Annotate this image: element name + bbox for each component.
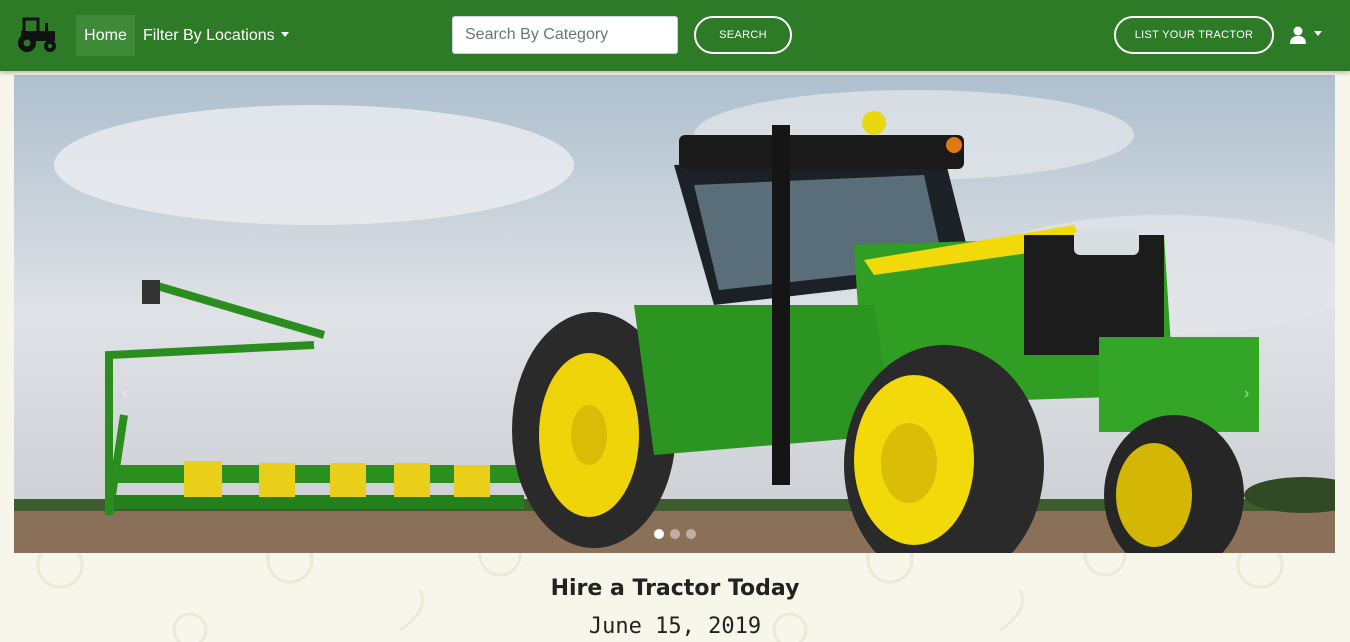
chevron-left-icon[interactable]: ‹ <box>122 385 127 403</box>
caret-down-icon <box>280 31 289 37</box>
nav-home-link[interactable]: Home <box>76 15 135 56</box>
carousel-indicator[interactable] <box>686 529 696 539</box>
tractor-icon[interactable] <box>15 17 59 53</box>
search-button[interactable]: SEARCH <box>694 16 792 54</box>
list-your-tractor-button[interactable]: LIST YOUR TRACTOR <box>1114 16 1274 54</box>
tractor-slide-image <box>14 75 1335 553</box>
caret-down-icon <box>1314 31 1322 36</box>
carousel-indicators <box>654 529 696 539</box>
page-headline: Hire a Tractor Today <box>550 576 800 601</box>
top-navbar: Home Filter By Locations SEARCH LIST YOU… <box>0 0 1350 71</box>
search-category-input[interactable] <box>452 16 678 54</box>
page-date: June 15, 2019 <box>588 614 762 639</box>
user-icon <box>1290 26 1306 44</box>
carousel-indicator[interactable] <box>670 529 680 539</box>
chevron-right-icon[interactable]: › <box>1244 385 1249 403</box>
filter-locations-dropdown[interactable]: Filter By Locations <box>143 15 289 56</box>
carousel-indicator[interactable] <box>654 529 664 539</box>
filter-locations-label: Filter By Locations <box>143 26 275 44</box>
hero-carousel: ‹ › <box>14 75 1335 553</box>
user-menu-dropdown[interactable] <box>1290 24 1322 46</box>
